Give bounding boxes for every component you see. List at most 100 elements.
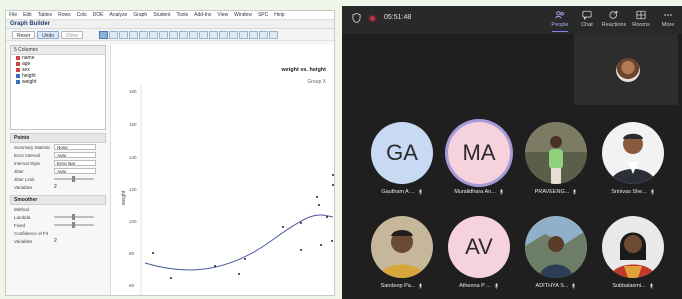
menu-file[interactable]: File <box>9 11 17 19</box>
option-row: Error Interval Auto <box>10 151 106 159</box>
more-button[interactable]: More <box>654 10 682 28</box>
menu-spc[interactable]: SPC <box>258 11 268 19</box>
participant-name: Sandeep Pa... <box>380 283 416 289</box>
smoother-section: Smoother Method Lambda Fixed Confidence … <box>10 195 106 245</box>
treemap-icon[interactable] <box>188 30 198 39</box>
menu-student[interactable]: Student <box>153 11 170 19</box>
participant-tile[interactable]: Subbalaxmi... <box>592 216 674 289</box>
data-point <box>332 184 334 186</box>
option-row: Method <box>14 206 30 212</box>
menu-doe[interactable]: DOE <box>93 11 104 19</box>
histogram-icon[interactable] <box>158 30 168 39</box>
points-graph-icon[interactable] <box>98 30 108 39</box>
chat-button[interactable]: Chat <box>573 10 601 28</box>
nominal-icon <box>16 62 20 66</box>
nominal-icon <box>16 56 20 60</box>
summary-statistic-select[interactable]: None <box>54 144 96 150</box>
parallel-icon[interactable] <box>258 30 268 39</box>
self-video-avatar <box>616 58 640 82</box>
rooms-button[interactable]: Rooms <box>627 10 655 28</box>
line-fit-icon[interactable] <box>268 30 278 39</box>
pie-graph-icon[interactable] <box>178 30 188 39</box>
points-section-header[interactable]: Points <box>10 133 106 143</box>
graph-builder-title: Graph Builder <box>6 20 334 29</box>
column-item[interactable]: weight <box>11 79 105 85</box>
smoother-graph-icon[interactable] <box>108 30 118 39</box>
participant-photo <box>525 122 587 184</box>
avatar <box>371 216 433 278</box>
avatar <box>602 216 664 278</box>
columns-panel: 5 Columns name age sex height weight <box>10 45 106 130</box>
ellipse-icon[interactable] <box>238 30 248 39</box>
participant-tile[interactable]: AV Atheena P ... <box>438 216 520 289</box>
data-point <box>332 174 334 176</box>
participant-tile[interactable]: Sandeep Pa... <box>361 216 443 289</box>
reset-button[interactable]: Reset <box>12 30 36 39</box>
mic-icon <box>572 283 576 289</box>
self-video-preview[interactable] <box>574 34 678 105</box>
shield-icon[interactable] <box>352 13 361 23</box>
interval-style-select[interactable]: Error Bar <box>54 160 96 166</box>
bar-graph-icon[interactable] <box>128 30 138 39</box>
participant-tile[interactable]: ADITHYA S... <box>515 216 597 289</box>
participant-tile[interactable]: Srinivas She... <box>592 122 674 195</box>
participant-tile[interactable]: PRAVEENG... <box>515 122 597 195</box>
columns-list: name age sex height weight <box>11 55 105 85</box>
done-button[interactable]: Done <box>61 30 83 39</box>
recording-icon <box>368 14 377 23</box>
menu-graph[interactable]: Graph <box>133 11 147 19</box>
points-section: Points Summary Statistic None Error Inter… <box>10 133 106 191</box>
box-plot-icon[interactable] <box>148 30 158 39</box>
meeting-top-bar: 05:51:48 People Chat Reactions Rooms Mor… <box>342 6 682 34</box>
chat-icon <box>582 10 592 20</box>
formula-icon[interactable] <box>228 30 238 39</box>
people-button[interactable]: People <box>546 10 574 32</box>
lambda-slider[interactable] <box>54 214 94 220</box>
participant-tile[interactable]: GA Gautham A ... <box>361 122 443 195</box>
data-point <box>282 226 284 228</box>
columns-header: 5 Columns <box>11 46 105 55</box>
participant-name: Atheena P ... <box>459 283 491 289</box>
participant-photo <box>371 216 433 278</box>
caption-box-icon[interactable] <box>218 30 228 39</box>
variables-value: 2 <box>54 184 57 190</box>
jitter-select[interactable]: Auto <box>54 168 96 174</box>
fixed-slider[interactable] <box>54 222 94 228</box>
contour-icon[interactable] <box>198 30 208 39</box>
menu-edit[interactable]: Edit <box>23 11 32 19</box>
error-interval-select[interactable]: Auto <box>54 152 96 158</box>
option-row: Variables 2 <box>14 184 57 190</box>
jitter-limit-slider[interactable] <box>54 176 94 182</box>
option-row: Fixed <box>10 221 106 229</box>
menu-help[interactable]: Help <box>274 11 284 19</box>
graph-type-palette <box>98 30 278 39</box>
menu-rows[interactable]: Rows <box>58 11 71 19</box>
more-icon <box>664 14 672 16</box>
heatmap-icon[interactable] <box>168 30 178 39</box>
data-point <box>320 244 322 246</box>
reactions-button[interactable]: Reactions <box>600 10 628 28</box>
menu-cols[interactable]: Cols <box>77 11 87 19</box>
menu-analyze[interactable]: Analyze <box>110 11 128 19</box>
option-row: Summary Statistic None <box>10 143 106 151</box>
mic-icon <box>650 189 654 195</box>
menu-tools[interactable]: Tools <box>176 11 188 19</box>
menu-addins[interactable]: Add-Ins <box>194 11 211 19</box>
menu-tables[interactable]: Tables <box>38 11 52 19</box>
menu-view[interactable]: View <box>217 11 228 19</box>
variables-value: 2 <box>54 238 57 244</box>
plot-area[interactable]: weight vs. height Group X weight 180 160… <box>110 45 334 295</box>
line-graph-icon[interactable] <box>118 30 128 39</box>
map-shapes-icon[interactable] <box>208 30 218 39</box>
continuous-icon <box>16 80 20 84</box>
menu-window[interactable]: Window <box>234 11 252 19</box>
participant-photo <box>602 216 664 278</box>
participant-tile[interactable]: MA Muralidhara An... <box>438 122 520 195</box>
mosaic-icon[interactable] <box>248 30 258 39</box>
avatar: AV <box>448 216 510 278</box>
area-graph-icon[interactable] <box>138 30 148 39</box>
teams-meeting-window: 05:51:48 People Chat Reactions Rooms Mor… <box>342 6 682 299</box>
smoother-section-header[interactable]: Smoother <box>10 195 106 205</box>
undo-button[interactable]: Undo <box>37 30 60 39</box>
data-point <box>316 196 318 198</box>
